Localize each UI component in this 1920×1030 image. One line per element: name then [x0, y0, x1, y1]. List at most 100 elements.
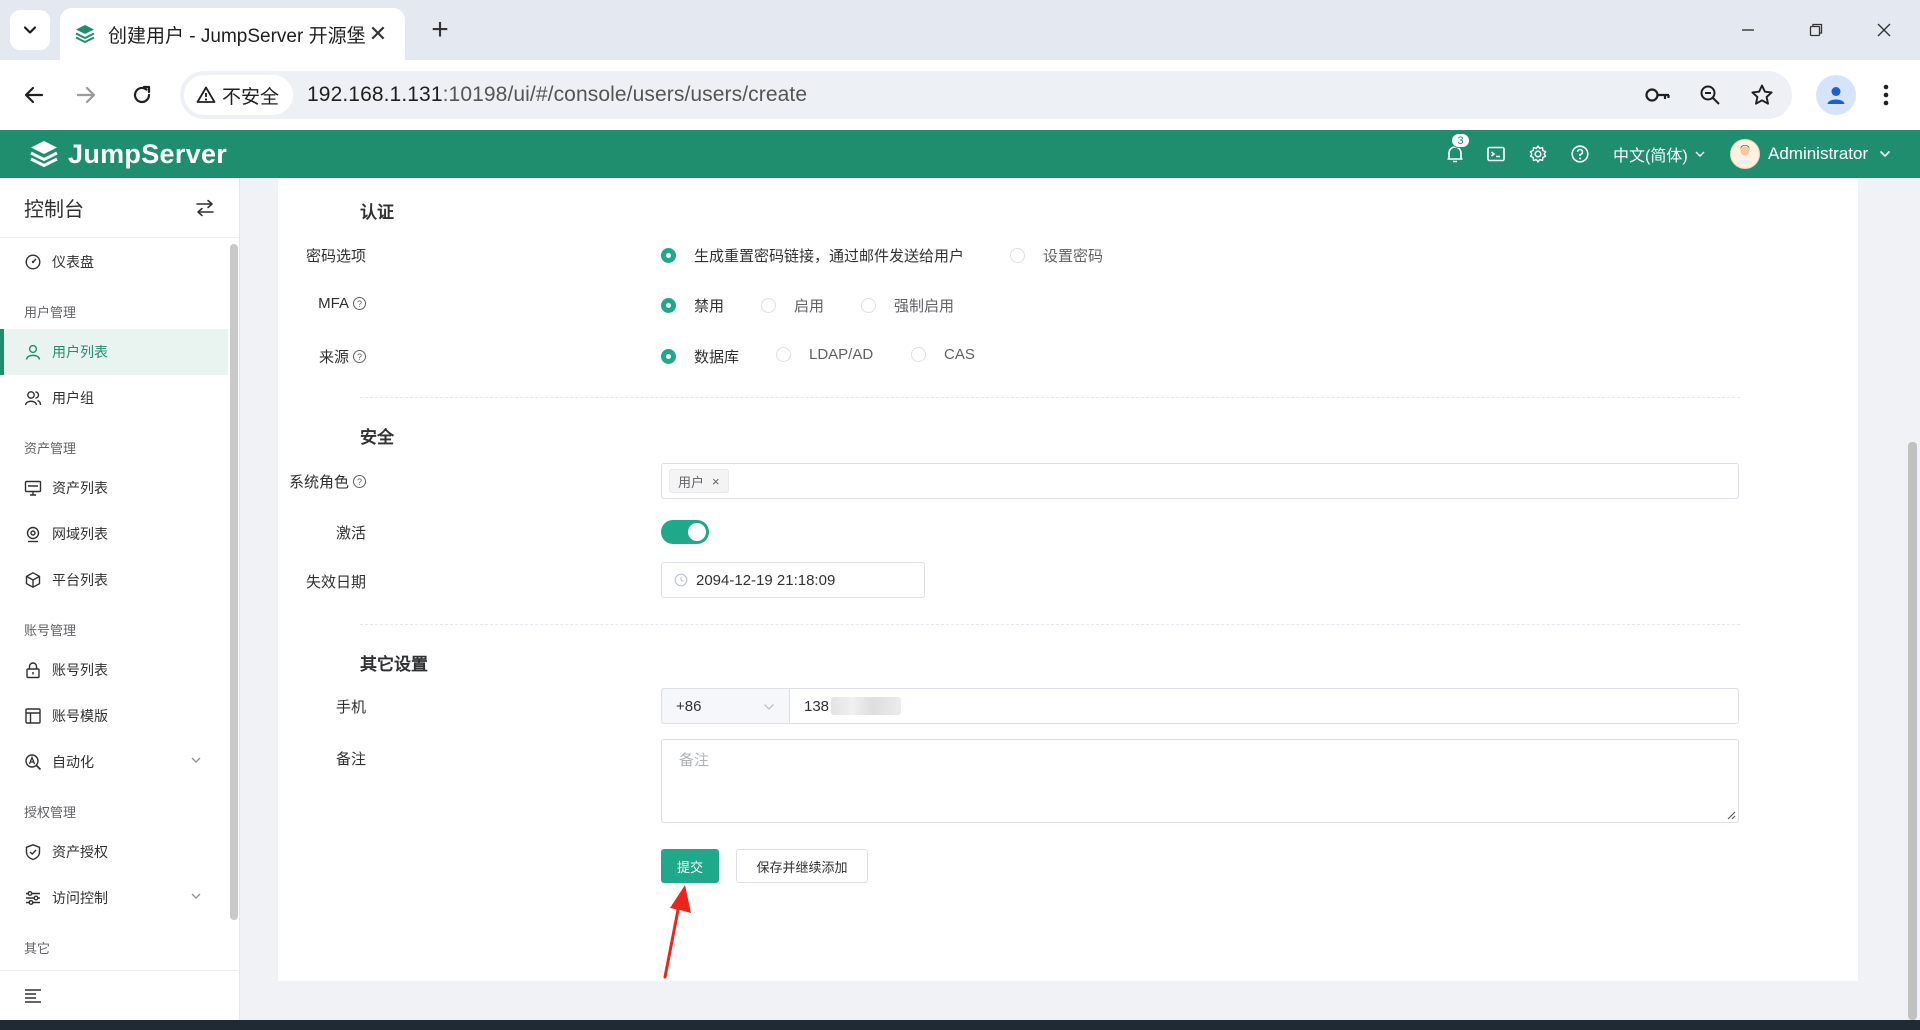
sidebar-item-label: 账号模版: [52, 708, 108, 724]
automation-icon: [24, 753, 42, 771]
radio-dot: [776, 347, 791, 362]
question-icon[interactable]: ?: [353, 475, 366, 488]
security-label: 不安全: [222, 86, 280, 108]
password-option-reset-link[interactable]: 生成重置密码链接，通过邮件发送给用户: [661, 245, 964, 266]
radio-dot: [661, 298, 676, 313]
chevron-down-icon: [1695, 151, 1705, 158]
sidebar-collapse-button[interactable]: [0, 970, 240, 1020]
comment-textarea[interactable]: 备注: [661, 739, 1739, 823]
tab-search-button[interactable]: [10, 10, 50, 50]
zoom-button[interactable]: [1694, 79, 1726, 111]
sidebar-item-label: 资产授权: [52, 844, 108, 860]
chevron-down-icon: [1880, 150, 1891, 158]
submit-button[interactable]: 提交: [661, 849, 719, 883]
url-path: :10198/ui/#/console/users/users/create: [442, 83, 808, 106]
password-option-set-password[interactable]: 设置密码: [1010, 245, 1103, 266]
browser-menu-button[interactable]: [1868, 77, 1904, 113]
close-window-button[interactable]: [1864, 12, 1904, 48]
tag-close-icon[interactable]: ×: [712, 474, 720, 489]
back-button[interactable]: [16, 77, 52, 113]
restore-button[interactable]: [1796, 12, 1836, 48]
forward-button[interactable]: [68, 77, 104, 113]
sidebar-item-label: 自动化: [52, 754, 94, 770]
active-label: 激活: [336, 522, 366, 543]
role-tag-label: 用户: [678, 474, 705, 490]
sidebar-item[interactable]: 仪表盘: [0, 239, 228, 285]
address-bar[interactable]: 不安全 192.168.1.131:10198/ui/#/console/use…: [180, 71, 1792, 119]
sidebar-item[interactable]: 用户列表: [0, 329, 228, 375]
password-key-button[interactable]: [1642, 79, 1674, 111]
tab-title: 创建用户 - JumpServer 开源堡: [108, 25, 365, 47]
active-switch[interactable]: [661, 520, 709, 544]
page-scrollbar[interactable]: [1908, 442, 1917, 1020]
sidebar-menu: 仪表盘 用户管理 用户列表 用户组 资产管理 资产列表 网域列表 平台列表 账号管理 账号列表 账号…: [0, 239, 228, 965]
phone-input[interactable]: 138: [789, 688, 1739, 724]
phone-label-text: 手机: [335, 699, 366, 716]
phone-code-select[interactable]: +86: [661, 688, 789, 724]
sidebar-item[interactable]: 访问控制: [0, 875, 228, 921]
resize-handle-icon[interactable]: [1726, 810, 1736, 820]
save-and-continue-button[interactable]: 保存并继续添加: [736, 849, 868, 883]
radio-dot: [661, 349, 676, 364]
question-icon[interactable]: ?: [353, 350, 366, 363]
sidebar-item[interactable]: 资产列表: [0, 465, 228, 511]
mfa-label-text: MFA: [318, 295, 349, 312]
close-icon: [1877, 23, 1891, 37]
question-icon[interactable]: ?: [353, 297, 366, 310]
minimize-button[interactable]: [1728, 12, 1768, 48]
sidebar-item[interactable]: 用户组: [0, 375, 228, 421]
source-option-cas[interactable]: CAS: [911, 346, 975, 363]
url-text[interactable]: 192.168.1.131:10198/ui/#/console/users/u…: [307, 83, 807, 107]
source-option-database[interactable]: 数据库: [661, 346, 739, 367]
sidebar-group-label: 账号管理: [24, 623, 77, 638]
monitor-icon: [24, 479, 42, 497]
annotation-arrow-icon: [663, 885, 691, 979]
browser-tab[interactable]: 创建用户 - JumpServer 开源堡 ✕: [60, 8, 405, 60]
sidebar-item[interactable]: 资产授权: [0, 829, 228, 875]
user-icon: [24, 343, 42, 361]
mfa-option-enable[interactable]: 启用: [761, 295, 824, 316]
help-button[interactable]: [1568, 142, 1592, 166]
reload-button[interactable]: [124, 77, 160, 113]
jumpserver-logo[interactable]: JumpServer: [28, 136, 227, 172]
sidebar-item-label: 用户组: [52, 390, 94, 406]
phone-label: 手机: [336, 696, 366, 717]
notification-badge: 3: [1451, 133, 1470, 148]
web-terminal-button[interactable]: [1484, 142, 1508, 166]
sidebar-item[interactable]: 账号列表: [0, 647, 228, 693]
access-control-icon: [24, 889, 42, 907]
sidebar-item-label: 仪表盘: [52, 254, 94, 270]
sidebar-item-label: 用户列表: [52, 344, 108, 360]
logo-text: JumpServer: [68, 138, 228, 169]
system-role-select[interactable]: 用户 ×: [661, 463, 1739, 499]
settings-button[interactable]: [1526, 142, 1550, 166]
tab-close-icon[interactable]: ✕: [365, 21, 391, 47]
password-option-label-text: 密码选项: [305, 248, 366, 265]
sidebar-scrollbar[interactable]: [230, 244, 238, 920]
sidebar-item[interactable]: 账号模版: [0, 693, 228, 739]
bookmark-button[interactable]: [1746, 79, 1778, 111]
comment-label: 备注: [336, 748, 366, 769]
sidebar-item[interactable]: 网域列表: [0, 511, 228, 557]
security-indicator[interactable]: 不安全: [184, 75, 294, 115]
expire-date-picker[interactable]: 2094-12-19 21:18:09: [661, 562, 925, 598]
sidebar-item-label: 网域列表: [52, 526, 108, 542]
profile-button[interactable]: [1816, 75, 1856, 115]
sidebar-item[interactable]: 平台列表: [0, 557, 228, 603]
redacted-phone-digits: [831, 697, 902, 715]
source-option-ldap[interactable]: LDAP/AD: [776, 346, 873, 363]
mfa-option-disable[interactable]: 禁用: [661, 295, 724, 316]
location-icon: [24, 525, 42, 543]
shield-icon: [24, 843, 42, 861]
browser-tab-bar: 创建用户 - JumpServer 开源堡 ✕ +: [0, 0, 1920, 60]
sidebar-item[interactable]: 自动化: [0, 739, 228, 785]
arrow-right-icon: [76, 86, 96, 104]
sidebar-header: 控制台: [0, 178, 239, 238]
language-selector[interactable]: 中文(简体): [1613, 142, 1706, 166]
section-title-security: 安全: [360, 428, 394, 447]
switch-view-icon[interactable]: [195, 199, 215, 217]
user-menu[interactable]: Administrator: [1730, 136, 1892, 172]
new-tab-button[interactable]: +: [422, 12, 458, 48]
clock-icon: [674, 573, 688, 587]
mfa-option-force[interactable]: 强制启用: [861, 295, 954, 316]
